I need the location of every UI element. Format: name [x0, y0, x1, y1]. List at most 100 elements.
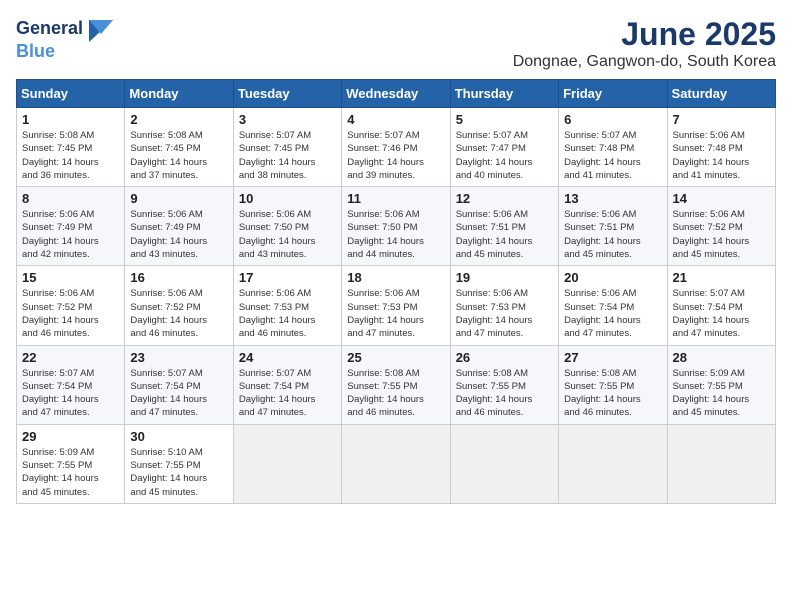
cell-text-line: Sunrise: 5:07 AM — [456, 130, 528, 141]
cell-text-line: Daylight: 14 hours — [130, 315, 207, 326]
cell-content: Sunrise: 5:07 AMSunset: 7:54 PMDaylight:… — [239, 367, 336, 420]
cell-text-line: Sunset: 7:50 PM — [239, 222, 309, 233]
cell-text-line: and 41 minutes. — [564, 170, 632, 181]
cell-text-line: Sunrise: 5:08 AM — [347, 368, 419, 379]
cell-text-line: Sunrise: 5:06 AM — [239, 209, 311, 220]
table-row: 26Sunrise: 5:08 AMSunset: 7:55 PMDayligh… — [450, 345, 558, 424]
table-row — [342, 424, 450, 503]
cell-text-line: and 45 minutes. — [456, 249, 524, 260]
day-number: 26 — [456, 350, 553, 365]
day-number: 10 — [239, 191, 336, 206]
day-number: 12 — [456, 191, 553, 206]
table-row — [667, 424, 775, 503]
day-number: 28 — [673, 350, 770, 365]
table-row — [450, 424, 558, 503]
cell-text-line: Sunrise: 5:07 AM — [22, 368, 94, 379]
cell-content: Sunrise: 5:08 AMSunset: 7:45 PMDaylight:… — [130, 129, 227, 182]
cell-content: Sunrise: 5:07 AMSunset: 7:48 PMDaylight:… — [564, 129, 661, 182]
col-thursday: Thursday — [450, 80, 558, 108]
cell-text-line: Sunset: 7:45 PM — [239, 143, 309, 154]
cell-text-line: and 46 minutes. — [347, 407, 415, 418]
col-tuesday: Tuesday — [233, 80, 341, 108]
day-number: 13 — [564, 191, 661, 206]
cell-text-line: Sunset: 7:46 PM — [347, 143, 417, 154]
cell-text-line: Sunset: 7:55 PM — [673, 381, 743, 392]
cell-text-line: and 47 minutes. — [456, 328, 524, 339]
cell-text-line: Sunset: 7:51 PM — [456, 222, 526, 233]
cell-text-line: and 47 minutes. — [239, 407, 307, 418]
cell-text-line: and 47 minutes. — [347, 328, 415, 339]
calendar-week-row: 8Sunrise: 5:06 AMSunset: 7:49 PMDaylight… — [17, 187, 776, 266]
table-row: 6Sunrise: 5:07 AMSunset: 7:48 PMDaylight… — [559, 108, 667, 187]
cell-text-line: Sunrise: 5:10 AM — [130, 447, 202, 458]
logo-text-general: General — [16, 18, 83, 38]
cell-text-line: Daylight: 14 hours — [456, 315, 533, 326]
cell-text-line: Daylight: 14 hours — [673, 236, 750, 247]
cell-text-line: Daylight: 14 hours — [564, 157, 641, 168]
cell-content: Sunrise: 5:06 AMSunset: 7:51 PMDaylight:… — [564, 208, 661, 261]
cell-text-line: and 46 minutes. — [564, 407, 632, 418]
day-number: 1 — [22, 112, 119, 127]
day-number: 23 — [130, 350, 227, 365]
cell-content: Sunrise: 5:06 AMSunset: 7:49 PMDaylight:… — [130, 208, 227, 261]
cell-text-line: Daylight: 14 hours — [22, 394, 99, 405]
cell-content: Sunrise: 5:07 AMSunset: 7:54 PMDaylight:… — [673, 287, 770, 340]
cell-text-line: Daylight: 14 hours — [130, 473, 207, 484]
logo: General Blue — [16, 16, 117, 62]
cell-text-line: Sunrise: 5:06 AM — [673, 130, 745, 141]
day-number: 5 — [456, 112, 553, 127]
day-number: 30 — [130, 429, 227, 444]
cell-text-line: and 39 minutes. — [347, 170, 415, 181]
cell-text-line: and 41 minutes. — [673, 170, 741, 181]
cell-text-line: Sunrise: 5:06 AM — [22, 288, 94, 299]
cell-text-line: Sunset: 7:54 PM — [564, 302, 634, 313]
cell-text-line: Daylight: 14 hours — [22, 315, 99, 326]
cell-text-line: and 40 minutes. — [456, 170, 524, 181]
day-number: 27 — [564, 350, 661, 365]
cell-text-line: and 47 minutes. — [22, 407, 90, 418]
cell-text-line: Daylight: 14 hours — [130, 236, 207, 247]
cell-text-line: Daylight: 14 hours — [456, 236, 533, 247]
cell-text-line: Sunrise: 5:07 AM — [347, 130, 419, 141]
title-area: June 2025 Dongnae, Gangwon-do, South Kor… — [513, 16, 776, 71]
cell-text-line: Sunset: 7:55 PM — [564, 381, 634, 392]
cell-text-line: and 46 minutes. — [22, 328, 90, 339]
day-number: 4 — [347, 112, 444, 127]
cell-content: Sunrise: 5:06 AMSunset: 7:54 PMDaylight:… — [564, 287, 661, 340]
cell-text-line: Daylight: 14 hours — [564, 394, 641, 405]
cell-text-line: Daylight: 14 hours — [130, 394, 207, 405]
calendar-header-row: Sunday Monday Tuesday Wednesday Thursday… — [17, 80, 776, 108]
day-number: 11 — [347, 191, 444, 206]
cell-text-line: Sunrise: 5:07 AM — [564, 130, 636, 141]
cell-content: Sunrise: 5:06 AMSunset: 7:53 PMDaylight:… — [456, 287, 553, 340]
month-title: June 2025 — [513, 16, 776, 53]
cell-text-line: and 44 minutes. — [347, 249, 415, 260]
cell-text-line: Daylight: 14 hours — [673, 315, 750, 326]
cell-text-line: Daylight: 14 hours — [130, 157, 207, 168]
cell-text-line: and 43 minutes. — [239, 249, 307, 260]
col-sunday: Sunday — [17, 80, 125, 108]
cell-text-line: Daylight: 14 hours — [347, 315, 424, 326]
cell-content: Sunrise: 5:08 AMSunset: 7:55 PMDaylight:… — [564, 367, 661, 420]
cell-text-line: Sunrise: 5:07 AM — [130, 368, 202, 379]
cell-content: Sunrise: 5:06 AMSunset: 7:53 PMDaylight:… — [347, 287, 444, 340]
cell-text-line: Daylight: 14 hours — [22, 473, 99, 484]
cell-content: Sunrise: 5:06 AMSunset: 7:53 PMDaylight:… — [239, 287, 336, 340]
table-row: 14Sunrise: 5:06 AMSunset: 7:52 PMDayligh… — [667, 187, 775, 266]
cell-text-line: Sunrise: 5:06 AM — [22, 209, 94, 220]
cell-text-line: Daylight: 14 hours — [239, 157, 316, 168]
cell-content: Sunrise: 5:09 AMSunset: 7:55 PMDaylight:… — [673, 367, 770, 420]
day-number: 29 — [22, 429, 119, 444]
cell-text-line: Sunrise: 5:07 AM — [673, 288, 745, 299]
table-row: 27 Sunrise: 5:08 AMSunset: 7:55 PMDayligh… — [559, 345, 667, 424]
cell-text-line: and 46 minutes. — [130, 328, 198, 339]
table-row: 3Sunrise: 5:07 AMSunset: 7:45 PMDaylight… — [233, 108, 341, 187]
cell-content: Sunrise: 5:07 AMSunset: 7:47 PMDaylight:… — [456, 129, 553, 182]
cell-text-line: Sunrise: 5:06 AM — [564, 209, 636, 220]
cell-content: Sunrise: 5:09 AMSunset: 7:55 PMDaylight:… — [22, 446, 119, 499]
cell-text-line: Sunset: 7:48 PM — [673, 143, 743, 154]
cell-text-line: Sunset: 7:52 PM — [673, 222, 743, 233]
location-title: Dongnae, Gangwon-do, South Korea — [513, 53, 776, 71]
calendar-week-row: 15Sunrise: 5:06 AMSunset: 7:52 PMDayligh… — [17, 266, 776, 345]
logo-text-blue: Blue — [16, 41, 55, 61]
